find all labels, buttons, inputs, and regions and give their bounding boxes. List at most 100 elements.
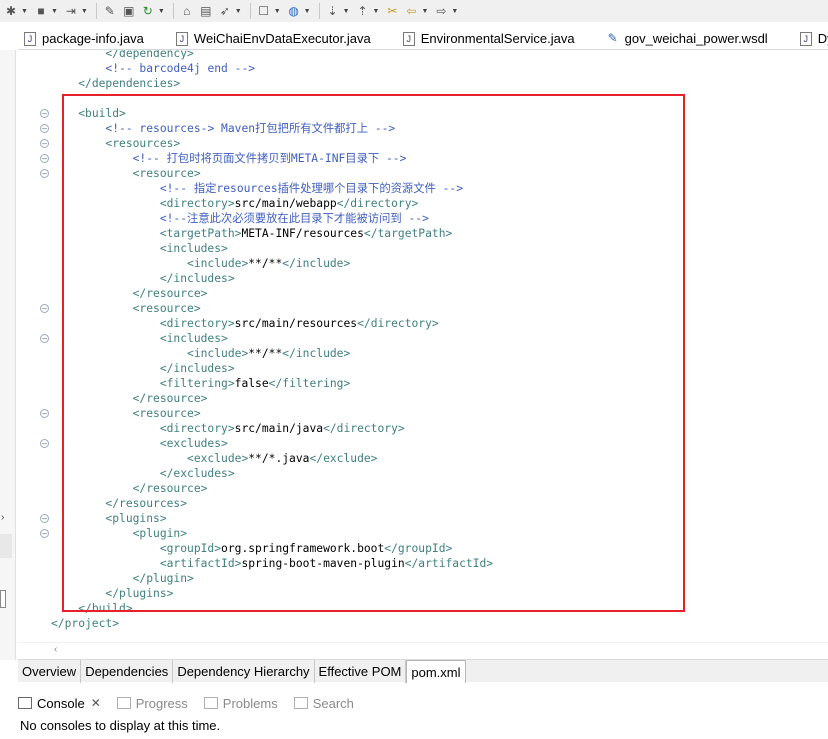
code-line[interactable]: – <includes> bbox=[18, 331, 828, 346]
code-line[interactable]: </resource> bbox=[18, 286, 828, 301]
code-line[interactable]: <!-- barcode4j end --> bbox=[18, 61, 828, 76]
code-line[interactable]: – <resource> bbox=[18, 166, 828, 181]
stop-icon[interactable]: ■ bbox=[32, 2, 50, 20]
code-line[interactable]: – <resources> bbox=[18, 136, 828, 151]
code-line[interactable]: <includes> bbox=[18, 241, 828, 256]
code-line[interactable]: <!--注意此次必须要放在此目录下才能被访问到 --> bbox=[18, 211, 828, 226]
chevron-down-icon[interactable]: ▼ bbox=[81, 8, 88, 15]
code-line[interactable]: </includes> bbox=[18, 271, 828, 286]
code-line[interactable] bbox=[18, 91, 828, 106]
tab-label: Dependencies bbox=[85, 664, 169, 679]
chevron-down-icon[interactable]: ▼ bbox=[304, 8, 311, 15]
tab-weichai-env-data-executor[interactable]: J WeiChaiEnvDataExecutor.java bbox=[170, 28, 377, 50]
refresh-icon[interactable]: ↻ bbox=[139, 2, 157, 20]
next-edit-icon[interactable]: ⇡ bbox=[354, 2, 372, 20]
fold-toggle-icon[interactable]: – bbox=[40, 139, 49, 148]
prev-edit-icon[interactable]: ⇣ bbox=[324, 2, 342, 20]
code-line[interactable]: </includes> bbox=[18, 361, 828, 376]
external-tools-icon[interactable]: ⇥ bbox=[62, 2, 80, 20]
code-line[interactable]: <!-- 指定resources插件处理哪个目录下的资源文件 --> bbox=[18, 181, 828, 196]
chevron-down-icon[interactable]: ▼ bbox=[421, 8, 428, 15]
tab-problems[interactable]: Problems bbox=[203, 696, 278, 711]
chevron-down-icon[interactable]: ▼ bbox=[343, 8, 350, 15]
new-project-icon[interactable]: ✎ bbox=[101, 2, 119, 20]
run-icon[interactable]: ➶ bbox=[216, 2, 234, 20]
fold-toggle-icon[interactable]: – bbox=[40, 154, 49, 163]
horizontal-scrollbar[interactable]: ‹ bbox=[18, 642, 828, 658]
fold-toggle-icon[interactable]: – bbox=[40, 409, 49, 418]
last-edit-icon[interactable]: ✂ bbox=[383, 2, 401, 20]
tab-effective-pom[interactable]: Effective POM bbox=[315, 660, 407, 683]
chevron-down-icon[interactable]: ▼ bbox=[451, 8, 458, 15]
code-line[interactable]: – <build> bbox=[18, 106, 828, 121]
chevron-down-icon[interactable]: ▼ bbox=[235, 8, 242, 15]
code-line[interactable]: – <!-- 打包时将页面文件拷贝到META-INF目录下 --> bbox=[18, 151, 828, 166]
chevron-down-icon[interactable]: ▼ bbox=[21, 8, 28, 15]
code-line[interactable]: </dependencies> bbox=[18, 76, 828, 91]
close-icon[interactable]: ✕ bbox=[91, 696, 101, 710]
xml-source-editor[interactable]: </dependency> <!-- barcode4j end --> </d… bbox=[18, 50, 828, 642]
code-line[interactable]: <artifactId>spring-boot-maven-plugin</ar… bbox=[18, 556, 828, 571]
fold-toggle-icon[interactable]: – bbox=[40, 334, 49, 343]
code-line[interactable]: – <!-- resources-> Maven打包把所有文件都打上 --> bbox=[18, 121, 828, 136]
tab-gov-weichai-power-wsdl[interactable]: ✎ gov_weichai_power.wsdl bbox=[601, 28, 774, 50]
code-text: <resources> bbox=[105, 137, 181, 150]
code-line[interactable]: – <plugin> bbox=[18, 526, 828, 541]
code-line[interactable]: – <excludes> bbox=[18, 436, 828, 451]
code-line[interactable]: <include>**/**</include> bbox=[18, 346, 828, 361]
code-line[interactable]: </resource> bbox=[18, 481, 828, 496]
fold-toggle-icon[interactable]: – bbox=[40, 169, 49, 178]
tab-dymo[interactable]: J DyMo bbox=[794, 28, 828, 50]
left-panel-toggle[interactable] bbox=[0, 534, 12, 558]
code-line[interactable]: <targetPath>META-INF/resources</targetPa… bbox=[18, 226, 828, 241]
code-line[interactable]: <filtering>false</filtering> bbox=[18, 376, 828, 391]
tab-dependencies[interactable]: Dependencies bbox=[81, 660, 174, 683]
code-line[interactable]: – <plugins> bbox=[18, 511, 828, 526]
chevron-down-icon[interactable]: ▼ bbox=[51, 8, 58, 15]
open-folder-icon[interactable]: ⌂ bbox=[178, 2, 196, 20]
code-line[interactable]: </plugins> bbox=[18, 586, 828, 601]
code-line[interactable]: <groupId>org.springframework.boot</group… bbox=[18, 541, 828, 556]
code-line[interactable]: <include>**/**</include> bbox=[18, 256, 828, 271]
code-line[interactable]: </plugin> bbox=[18, 571, 828, 586]
open-type-icon[interactable]: ☐ bbox=[255, 2, 273, 20]
code-line[interactable]: </build> bbox=[18, 601, 828, 616]
fold-toggle-icon[interactable]: – bbox=[40, 109, 49, 118]
forward-icon[interactable]: ⇨ bbox=[432, 2, 450, 20]
fold-toggle-icon[interactable]: – bbox=[40, 514, 49, 523]
code-line[interactable]: </project> bbox=[18, 616, 828, 631]
fold-toggle-icon[interactable]: – bbox=[40, 439, 49, 448]
code-line[interactable]: </excludes> bbox=[18, 466, 828, 481]
code-line[interactable]: <directory>src/main/java</directory> bbox=[18, 421, 828, 436]
debug-icon[interactable]: ✱ bbox=[2, 2, 20, 20]
chevron-right-icon[interactable]: › bbox=[1, 512, 4, 523]
open-file-icon[interactable]: ▤ bbox=[197, 2, 215, 20]
code-line[interactable]: </resources> bbox=[18, 496, 828, 511]
scroll-left-icon[interactable]: ‹ bbox=[54, 644, 57, 655]
back-icon[interactable]: ⇦ bbox=[402, 2, 420, 20]
code-line[interactable]: – <resource> bbox=[18, 406, 828, 421]
code-line[interactable]: </dependency> bbox=[18, 50, 828, 61]
chevron-down-icon[interactable]: ▼ bbox=[158, 8, 165, 15]
code-line[interactable]: </resource> bbox=[18, 391, 828, 406]
tab-pom-xml[interactable]: pom.xml bbox=[406, 660, 466, 683]
left-panel-minimized[interactable] bbox=[0, 590, 6, 608]
code-line[interactable]: – <resource> bbox=[18, 301, 828, 316]
tab-environmental-service[interactable]: J EnvironmentalService.java bbox=[397, 28, 581, 50]
globe-icon[interactable]: ◍ bbox=[285, 2, 303, 20]
chevron-down-icon[interactable]: ▼ bbox=[373, 8, 380, 15]
tab-package-info[interactable]: J package-info.java bbox=[18, 28, 150, 50]
fold-toggle-icon[interactable]: – bbox=[40, 304, 49, 313]
chevron-down-icon[interactable]: ▼ bbox=[274, 8, 281, 15]
code-line[interactable]: <exclude>**/*.java</exclude> bbox=[18, 451, 828, 466]
tab-overview[interactable]: Overview bbox=[18, 660, 82, 683]
tab-console[interactable]: Console ✕ bbox=[18, 696, 101, 711]
tab-dependency-hierarchy[interactable]: Dependency Hierarchy bbox=[173, 660, 315, 683]
fold-toggle-icon[interactable]: – bbox=[40, 529, 49, 538]
code-line[interactable]: <directory>src/main/resources</directory… bbox=[18, 316, 828, 331]
tab-progress[interactable]: Progress bbox=[116, 696, 188, 711]
tab-search[interactable]: Search bbox=[293, 696, 354, 711]
code-line[interactable]: <directory>src/main/webapp</directory> bbox=[18, 196, 828, 211]
package-icon[interactable]: ▣ bbox=[120, 2, 138, 20]
fold-toggle-icon[interactable]: – bbox=[40, 124, 49, 133]
